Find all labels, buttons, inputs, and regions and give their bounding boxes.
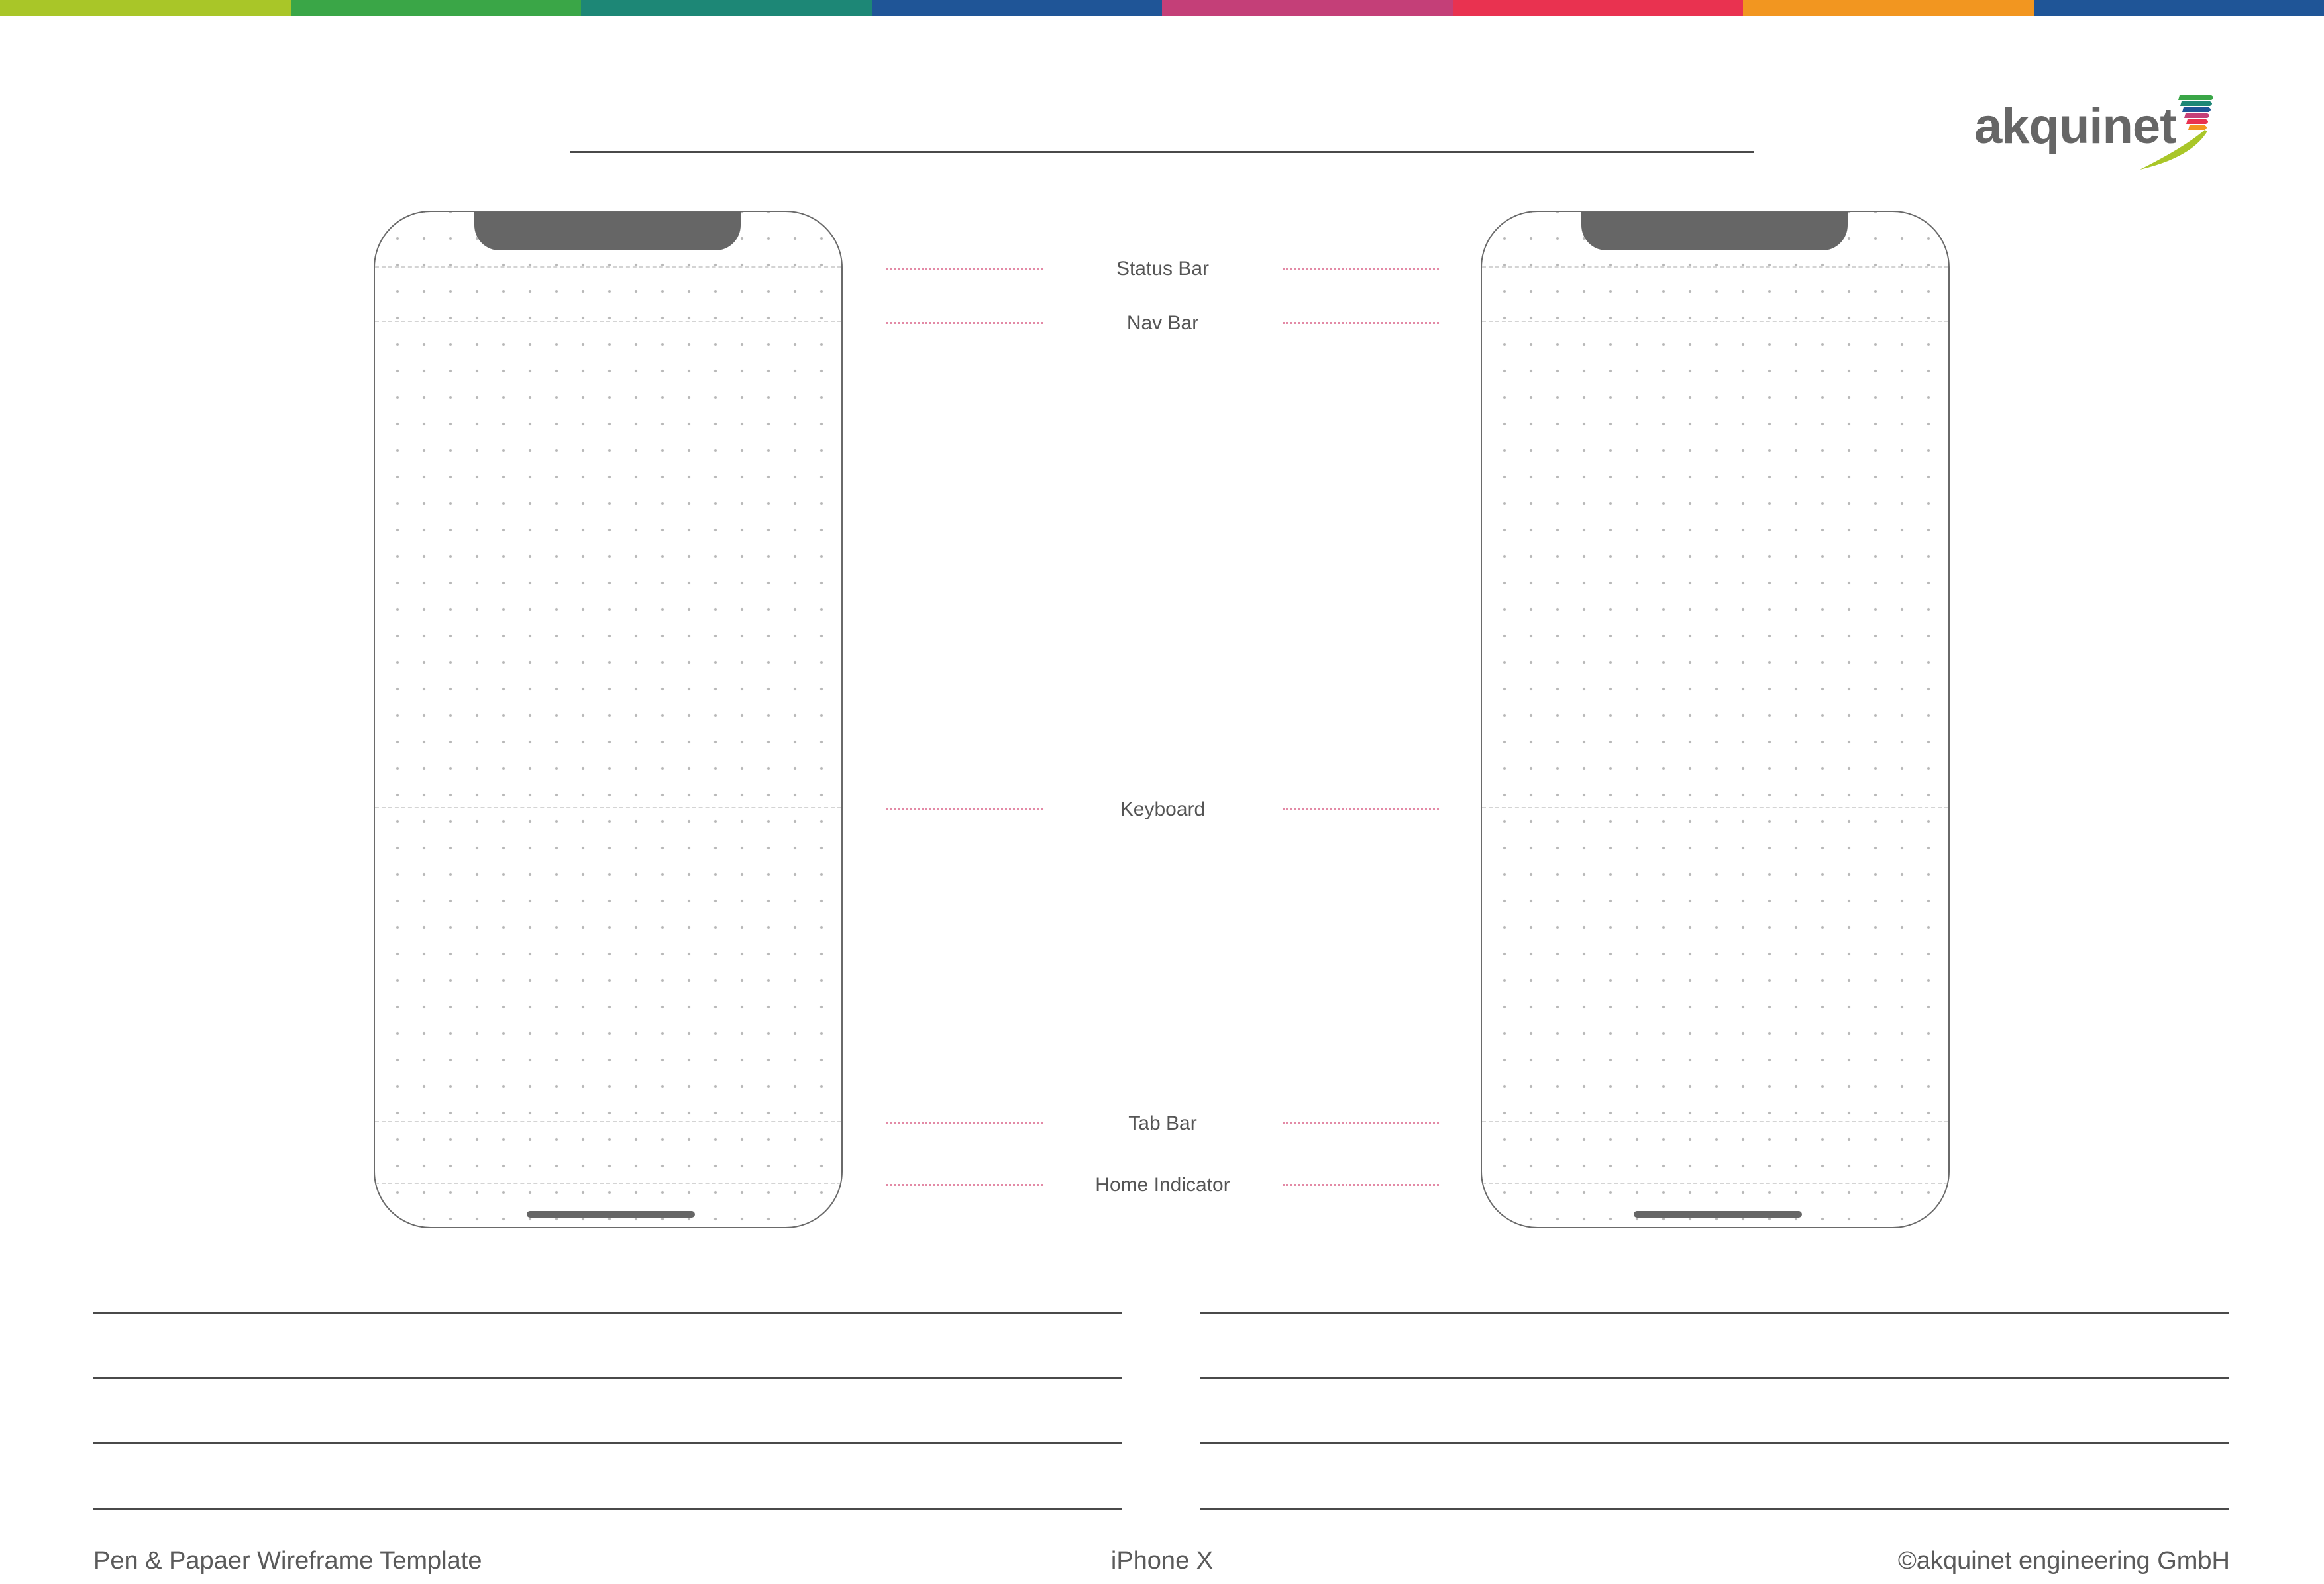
leader-line [1283,1184,1439,1186]
note-line [1200,1377,2229,1379]
logo-stripe [2184,113,2209,118]
note-line [93,1377,1122,1379]
leader-line [886,1184,1043,1186]
note-line [93,1312,1122,1314]
color-stripe-segment [1452,0,1743,16]
leader-line [886,268,1043,270]
note-line [1200,1508,2229,1510]
color-stripe-segment [0,0,291,16]
guide-label-keyboard: Keyboard [1120,798,1206,820]
logo-swoosh-icon [2140,95,2213,170]
logo-stripe [2186,119,2208,124]
guide-row-home-indicator: Home Indicator [886,1171,1439,1197]
color-stripe-segment [1162,0,1453,16]
note-line [1200,1312,2229,1314]
color-stripe-segment [290,0,581,16]
leader-line [1283,268,1439,270]
iphone-frame-right [1481,211,1950,1228]
akquinet-logo: akquinet [1974,90,2239,176]
nav-bar-guide [1482,321,1948,322]
leader-line [886,1122,1043,1124]
guide-row-nav-bar: Nav Bar [886,309,1439,335]
footer-device-name: iPhone X [1110,1547,1214,1575]
home-indicator-bar [1634,1211,1802,1218]
logo-stripe [2178,95,2213,100]
nav-bar-guide [375,321,841,322]
notch [474,212,741,250]
footer-copyright: ©akquinet engineering GmbH [1897,1547,2230,1575]
guide-label-tab-bar: Tab Bar [1128,1112,1197,1134]
color-stripe-bar [0,0,2324,16]
note-line [93,1508,1122,1510]
guide-label-status-bar: Status Bar [1116,258,1210,280]
home-indicator-guide [375,1183,841,1184]
logo-stripe [2180,101,2212,106]
dot-grid [375,212,841,1227]
guide-row-keyboard: Keyboard [886,795,1439,821]
logo-stripe [2188,125,2207,130]
guide-label-nav-bar: Nav Bar [1126,312,1199,334]
notch [1581,212,1848,250]
logo-stripe [2182,107,2211,112]
keyboard-guide [375,807,841,808]
leader-line [1283,322,1439,324]
iphone-frame-left [374,211,843,1228]
leader-line [1283,808,1439,810]
tab-bar-guide [375,1121,841,1122]
footer-template-title: Pen & Papaer Wireframe Template [93,1547,482,1575]
dot-grid [1482,212,1948,1227]
title-line [570,151,1754,153]
color-stripe-segment [581,0,872,16]
note-line [93,1442,1122,1444]
guide-label-home-indicator: Home Indicator [1095,1174,1230,1196]
guide-row-status-bar: Status Bar [886,254,1439,281]
home-indicator-bar [527,1211,695,1218]
tab-bar-guide [1482,1121,1948,1122]
leader-line [1283,1122,1439,1124]
color-stripe-segment [1743,0,2034,16]
status-bar-guide [1482,266,1948,268]
leader-line [886,322,1043,324]
note-line [1200,1442,2229,1444]
guide-row-tab-bar: Tab Bar [886,1109,1439,1135]
home-indicator-guide [1482,1183,1948,1184]
keyboard-guide [1482,807,1948,808]
logo-stripe [2140,130,2207,170]
color-stripe-segment [2033,0,2324,16]
status-bar-guide [375,266,841,268]
leader-line [886,808,1043,810]
color-stripe-segment [871,0,1162,16]
